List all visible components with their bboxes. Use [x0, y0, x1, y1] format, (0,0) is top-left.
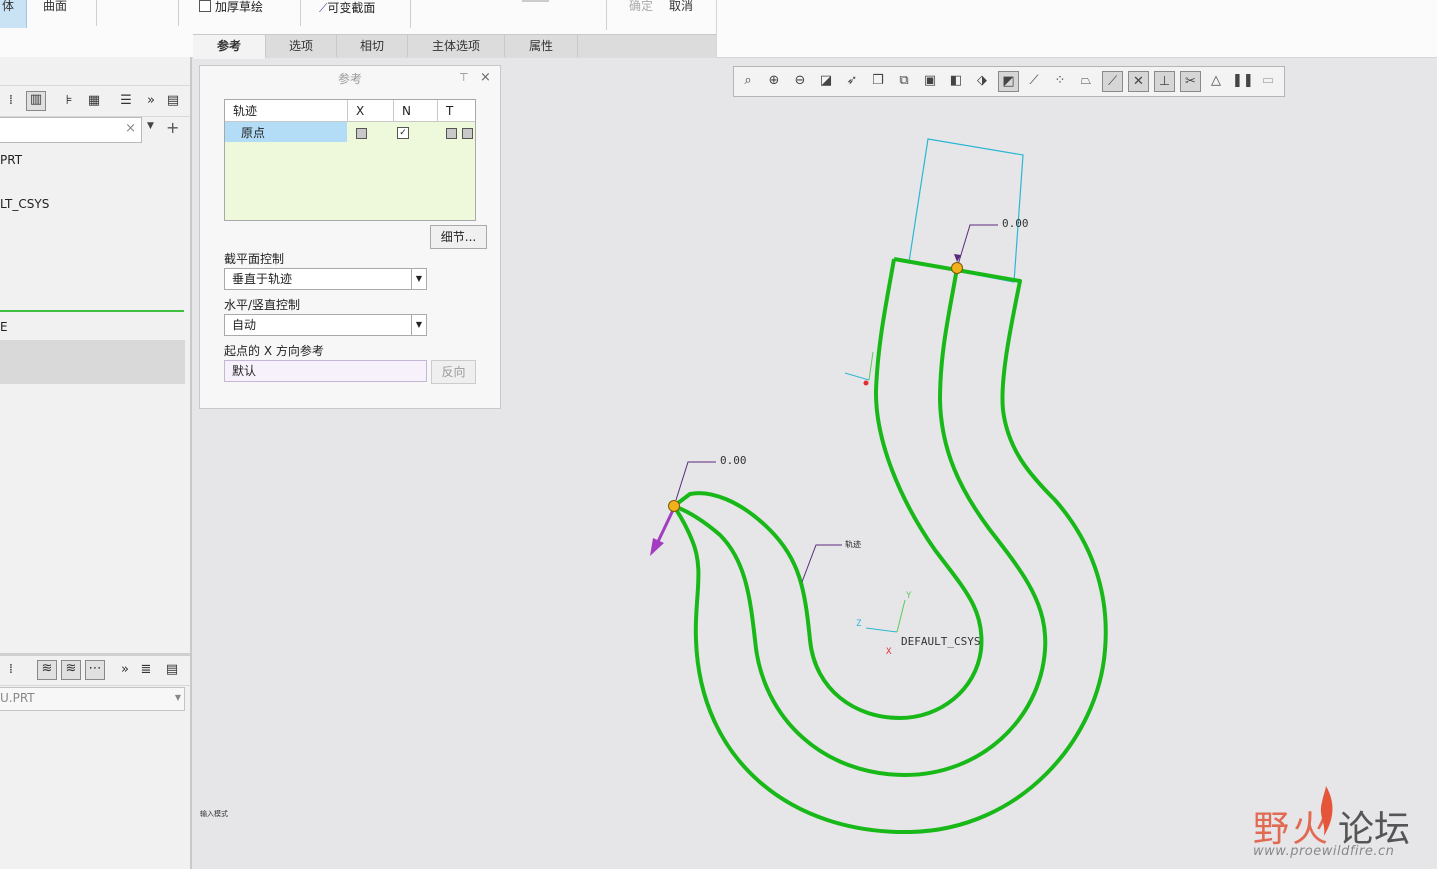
layer-hide-icon[interactable]: ≋ [61, 660, 81, 680]
thicken-sketch-checkbox[interactable]: 加厚草绘 [199, 0, 263, 15]
ribbon-tab-surface[interactable]: 曲面 [43, 0, 67, 14]
insert-indicator[interactable] [0, 310, 184, 312]
drag-handle-icon: ⁞ [8, 93, 14, 108]
axis-display-icon[interactable]: ⟋ [1024, 71, 1044, 91]
layer-props-icon[interactable]: ≣ [138, 662, 154, 678]
trajectory-inner[interactable] [672, 258, 984, 720]
dimension-top[interactable]: 0.00 [1002, 217, 1029, 230]
pause-icon[interactable]: ❚❚ [1232, 71, 1254, 91]
tab-properties[interactable]: 属性 [505, 35, 578, 57]
variable-section-label: 可变截面 [327, 1, 376, 15]
axis-tag-icon[interactable]: ⟋ [1102, 71, 1123, 92]
start-point[interactable] [668, 500, 680, 512]
tab-tangency[interactable]: 相切 [337, 35, 408, 57]
saved-views-icon[interactable]: ⧉ [894, 71, 914, 91]
plane-display-icon[interactable]: ◩ [998, 71, 1019, 92]
thicken-sketch-label: 加厚草绘 [215, 0, 264, 14]
triad-axis-icon [868, 351, 874, 381]
tree-search-input[interactable]: × [0, 117, 142, 143]
section-sketch [908, 138, 1024, 283]
variable-section-toggle[interactable]: ⟋可变截面 [319, 0, 375, 16]
layers-icon[interactable]: ▦ [86, 93, 102, 109]
tab-references[interactable]: 参考 [193, 35, 266, 59]
tree-item-part[interactable]: PRT [0, 153, 22, 167]
layer-isolate-icon[interactable]: ⋯ [85, 660, 105, 680]
ribbon-right-area [716, 0, 1437, 58]
zoom-out-icon[interactable]: ⊖ [790, 71, 810, 91]
ribbon-tab-solid-label: 体 [2, 0, 15, 13]
tab-options[interactable]: 选项 [266, 35, 337, 57]
flame-icon [1320, 786, 1333, 836]
triad-origin-icon [863, 380, 869, 386]
model-select-value: U.PRT [0, 691, 35, 705]
watermark-logo: 野 火 论坛 www.proewildfire.cn [1250, 786, 1430, 862]
repaint-icon[interactable]: ◪ [816, 71, 836, 91]
model-select[interactable]: U.PRT ▼ [0, 687, 185, 711]
close-icon[interactable]: × [480, 70, 491, 85]
csys-label[interactable]: DEFAULT_CSYS [901, 635, 980, 648]
tree-item-feature[interactable]: E [0, 320, 8, 334]
graphics-toolbar: ⌕ ⊕ ⊖ ◪ ➶ ❒ ⧉ ▣ ◧ ⬗ ◩ ⟋ ⁘ ⏢ ⟋ ✕ ⊥ ✂ △ ❚❚… [733, 66, 1285, 97]
dimension-leader-top [956, 224, 998, 269]
orient-icon[interactable]: ➶ [842, 71, 862, 91]
trajectory-note[interactable]: 轨迹 [845, 539, 861, 549]
csys-axis-y: Y [906, 591, 912, 601]
zoom-in-icon[interactable]: ⊕ [764, 71, 784, 91]
panel-title: 参考 [337, 72, 362, 86]
ok-button[interactable]: 确定 [629, 0, 653, 14]
dimension-left[interactable]: 0.00 [720, 454, 747, 467]
ribbon-small-button[interactable] [522, 0, 549, 2]
stop-icon[interactable]: ▭ [1258, 71, 1278, 91]
tree-toolbar: ⁞ ▥ ⊧ ▦ ☰ » ▤ [0, 85, 190, 117]
settings-doc-icon[interactable]: ▤ [164, 662, 180, 678]
more-icon[interactable]: » [143, 93, 159, 109]
section-origin-point[interactable] [951, 262, 963, 274]
refit-icon[interactable]: ⌕ [738, 71, 758, 91]
point-tag-icon[interactable]: ✕ [1128, 71, 1149, 92]
layer-toolbar: ⁞ ≋ ≋ ⋯ » ≣ ▤ [0, 655, 190, 686]
display-style-icon[interactable]: ▣ [920, 71, 940, 91]
tree-view-icon[interactable]: ▥ [26, 91, 46, 111]
note-leader [801, 544, 842, 583]
csys-axis-x: X [886, 647, 892, 657]
csys-y-axis [896, 599, 906, 633]
logo-url: www.proewildfire.cn [1253, 844, 1395, 859]
arrow-head-icon [650, 538, 664, 556]
tree-item-csys[interactable]: LT_CSYS [0, 197, 49, 211]
csys-axis-z: Z [856, 619, 862, 629]
status-text: 输入模式 [200, 809, 228, 818]
clear-icon[interactable]: × [125, 121, 136, 136]
perspective-icon[interactable]: ◧ [946, 71, 966, 91]
model-tree-panel: ⁞ ▥ ⊧ ▦ ☰ » ▤ × ▼ + PRT LT_CSYS E ⁞ ≋ ≋ … [0, 57, 192, 869]
point-display-icon[interactable]: ⁘ [1050, 71, 1070, 91]
model-canvas[interactable]: 0.00 0.00 轨迹 Y Z X DEFAULT_CSYS 输入模式 [192, 96, 1437, 869]
triad-axis-icon [844, 372, 870, 381]
dashboard-tabs: 参考 选项 相切 主体选项 属性 [193, 34, 716, 59]
drag-handle-icon: ⁞ [8, 662, 14, 677]
tree-columns-icon[interactable]: ☰ [118, 93, 134, 109]
trajectory-middle[interactable] [673, 267, 1048, 777]
tree-filter-icon[interactable]: ⊧ [61, 93, 77, 109]
trajectory-outer[interactable] [672, 257, 1108, 835]
tab-body-options[interactable]: 主体选项 [408, 35, 505, 57]
settings-doc-icon[interactable]: ▤ [165, 93, 181, 109]
add-icon[interactable]: + [166, 118, 179, 137]
ribbon: 体 曲面 加厚草绘 ⟋可变截面 确定 取消 参考 选项 相切 主体选项 属性 [0, 0, 716, 59]
tree-item-selected[interactable] [0, 340, 185, 384]
csys-display-icon[interactable]: ⏢ [1076, 71, 1096, 91]
layer-show-icon[interactable]: ≋ [37, 660, 57, 680]
cancel-button[interactable]: 取消 [669, 0, 693, 14]
checkbox-icon [199, 0, 211, 12]
csys-tag-icon[interactable]: ⊥ [1154, 71, 1175, 92]
csys-z-axis [865, 627, 898, 633]
chevron-down-icon: ▼ [174, 693, 181, 702]
view-manager-icon[interactable]: ❒ [868, 71, 888, 91]
pin-icon[interactable]: ⊤ [459, 71, 469, 84]
spin-center-icon[interactable]: △ [1206, 71, 1226, 91]
search-dropdown-icon[interactable]: ▼ [147, 121, 154, 131]
annotation-display-icon[interactable]: ✂ [1180, 71, 1201, 92]
section-icon[interactable]: ⬗ [972, 71, 992, 91]
more-icon[interactable]: » [117, 662, 133, 678]
